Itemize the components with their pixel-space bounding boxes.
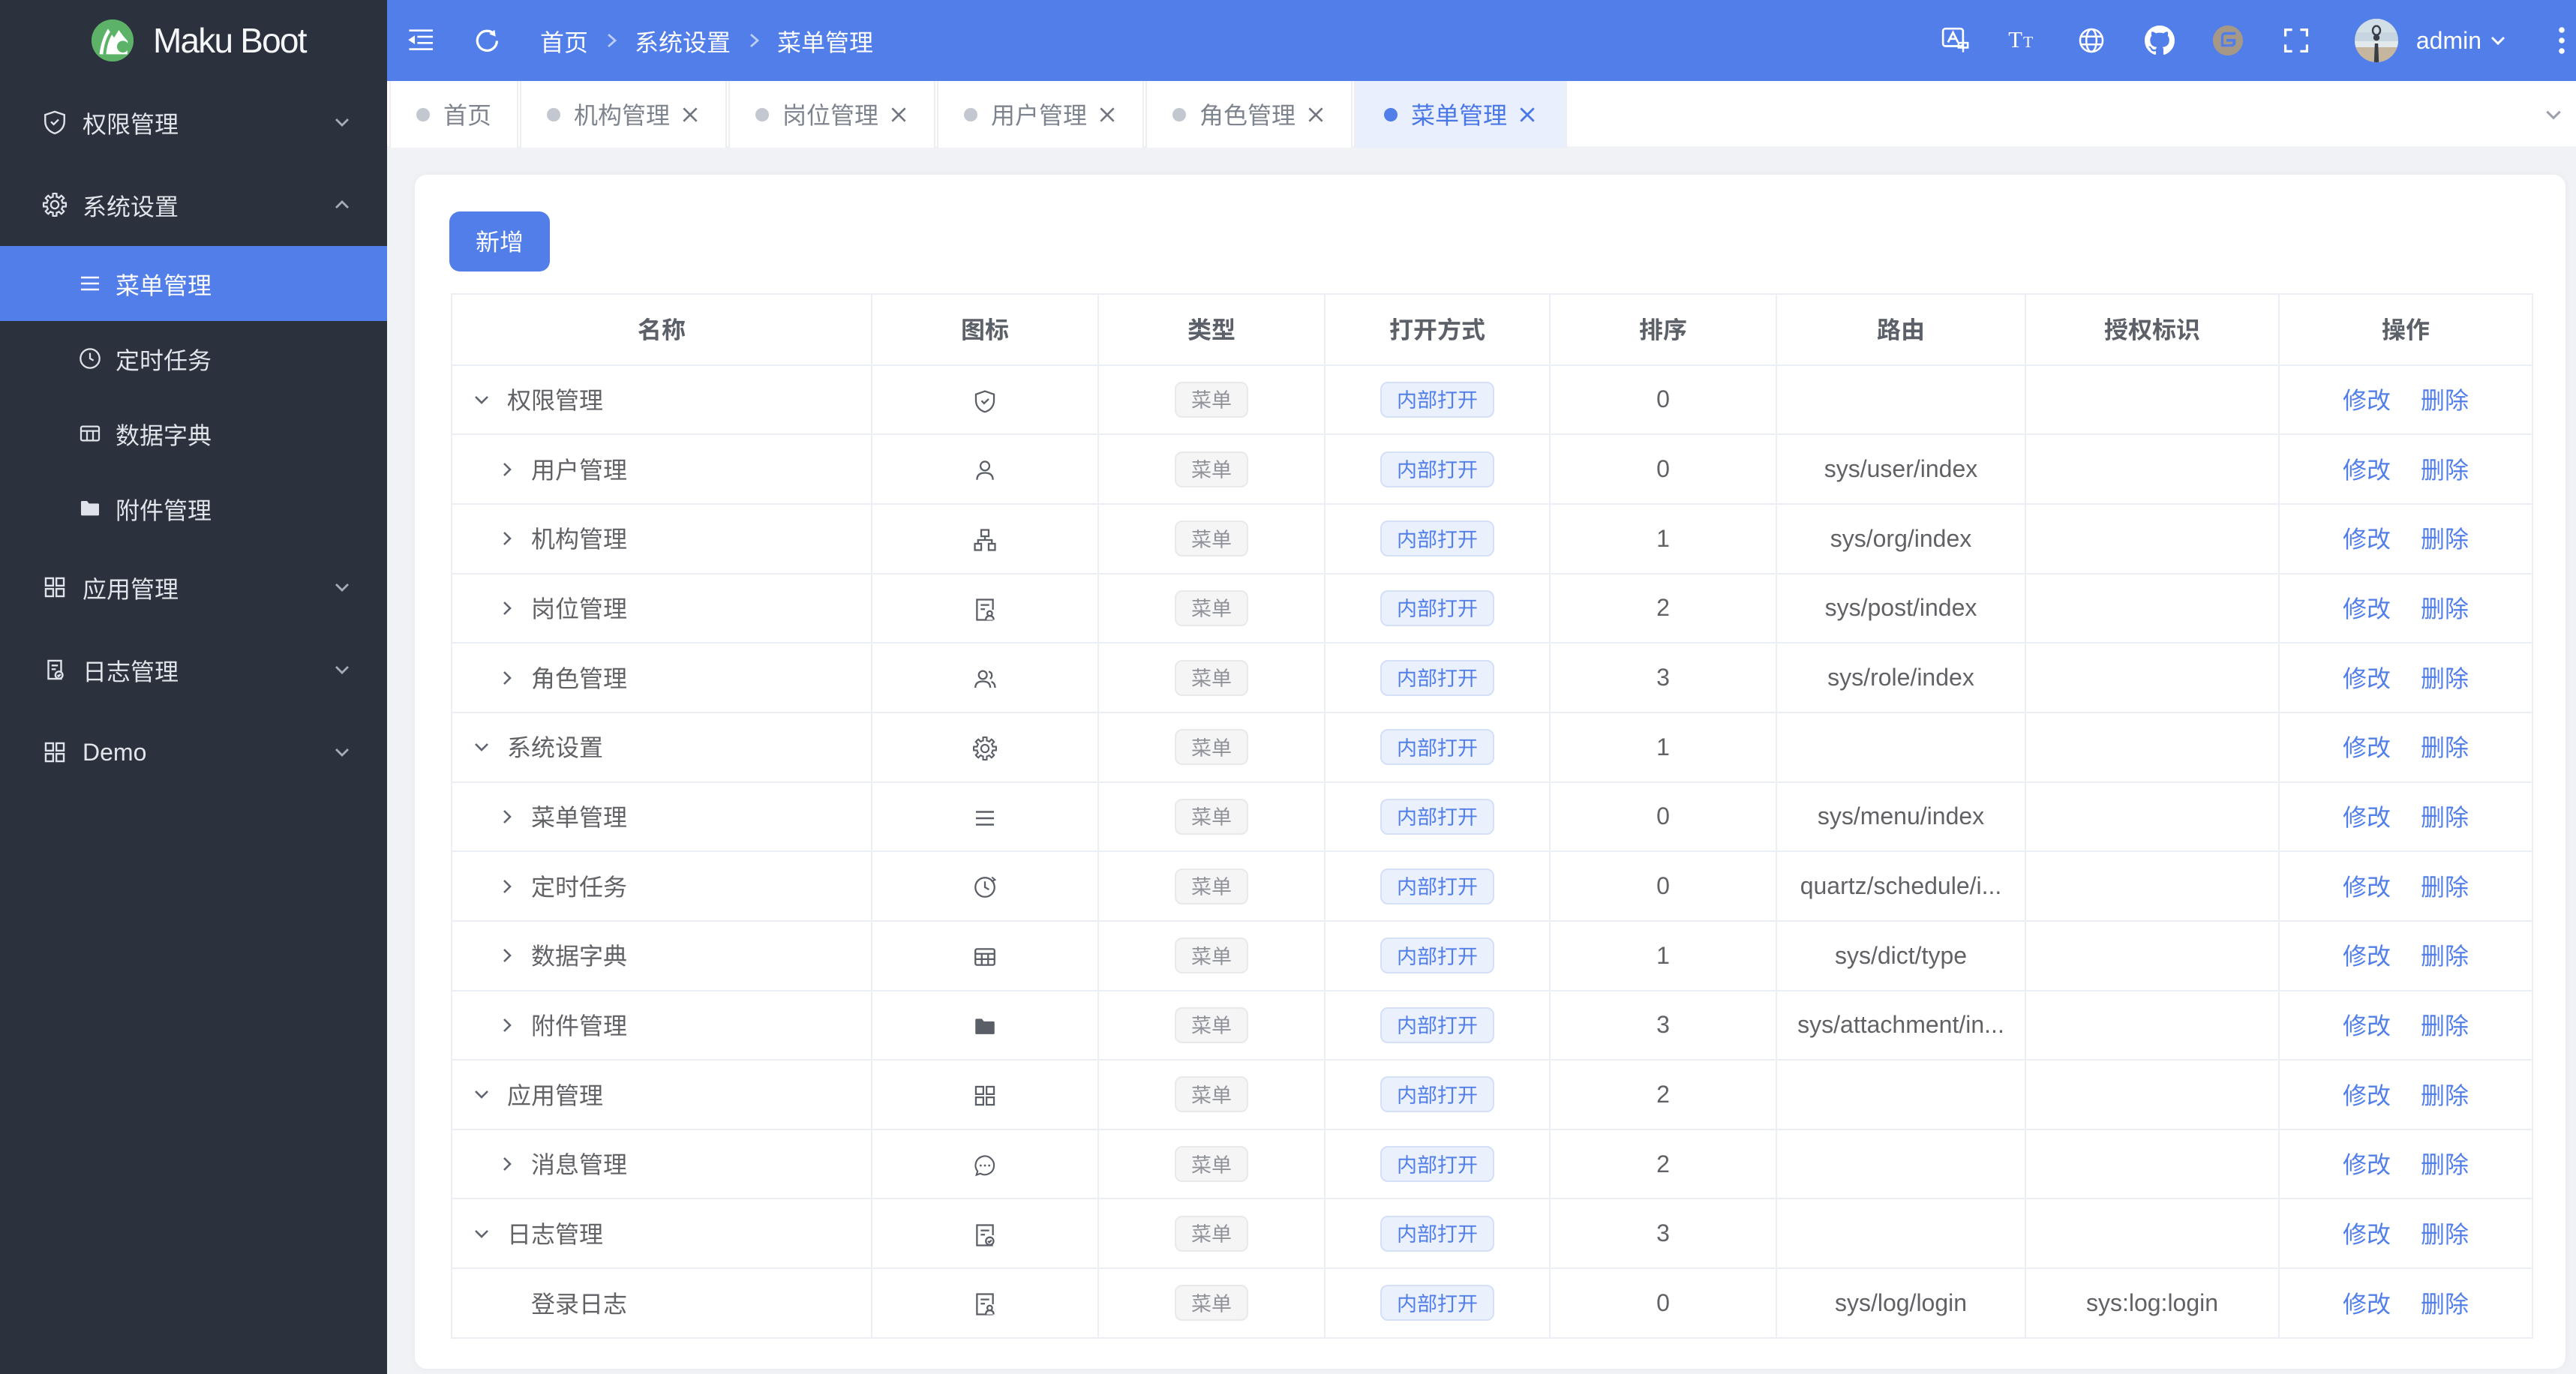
- svg-text:T: T: [2009, 27, 2023, 52]
- svg-text:T: T: [2023, 33, 2033, 51]
